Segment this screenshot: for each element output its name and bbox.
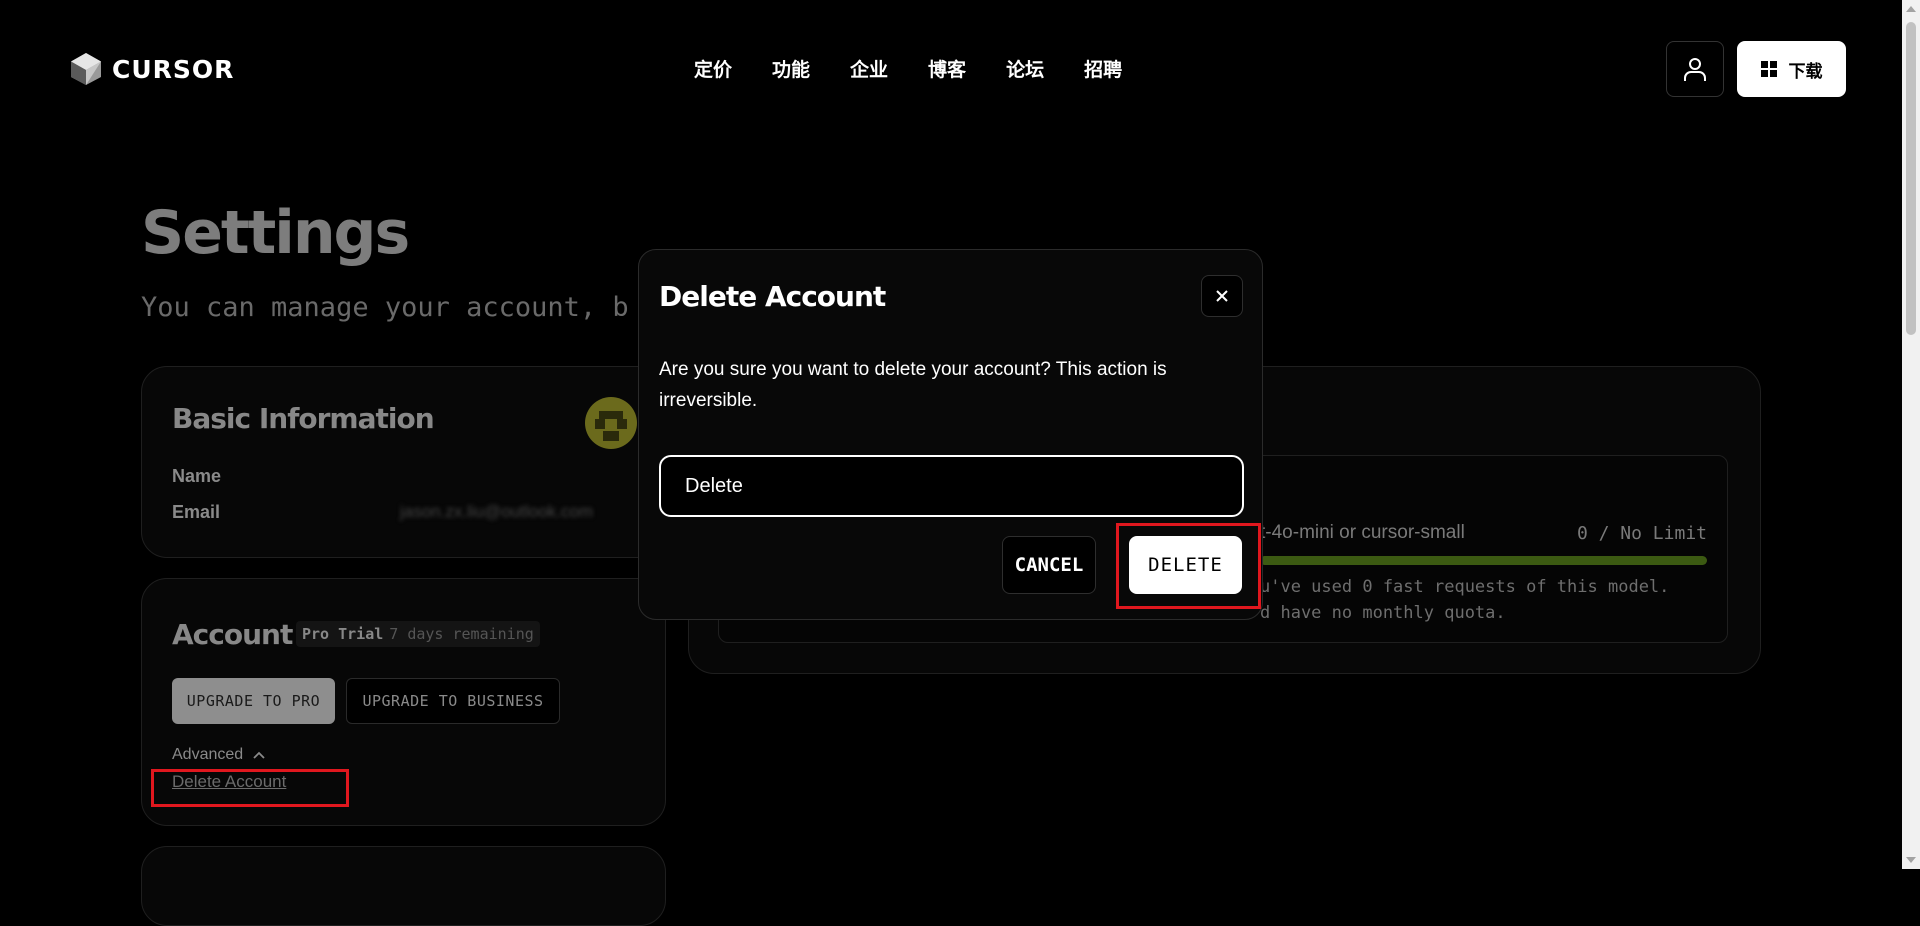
nav-blog[interactable]: 博客 — [928, 55, 966, 82]
cursor-cube-icon — [71, 53, 101, 85]
brand-name: CURSOR — [112, 54, 235, 84]
dialog-close-button[interactable] — [1201, 275, 1243, 317]
email-value: jason.zx.liu@outlook.com — [400, 502, 594, 521]
basic-info-title: Basic Information — [172, 402, 435, 435]
download-button[interactable]: 下载 — [1737, 41, 1846, 97]
close-icon — [1216, 290, 1228, 302]
delete-button-highlight — [1116, 523, 1261, 609]
nav-careers[interactable]: 招聘 — [1084, 55, 1122, 82]
cancel-button[interactable]: CANCEL — [1002, 536, 1096, 594]
nav-enterprise[interactable]: 企业 — [850, 55, 888, 82]
dialog-message: Are you sure you want to delete your acc… — [659, 359, 1167, 411]
avatar[interactable] — [585, 397, 637, 449]
plan-name: Pro Trial — [302, 625, 384, 643]
upgrade-pro-button[interactable]: UPGRADE TO PRO — [172, 678, 335, 724]
page-subtitle: You can manage your account, b — [141, 292, 629, 323]
plan-badge: Pro Trial 7 days remaining — [296, 621, 540, 647]
page-scrollbar[interactable] — [1902, 0, 1920, 869]
advanced-label: Advanced — [172, 746, 244, 763]
usage-progress-bar — [1260, 556, 1707, 565]
download-label: 下载 — [1788, 61, 1823, 82]
delete-link-highlight — [151, 769, 349, 807]
advanced-toggle[interactable]: Advanced — [172, 746, 265, 764]
email-label: Email — [172, 502, 221, 522]
basic-info-card — [141, 366, 666, 558]
nav-features[interactable]: 功能 — [772, 55, 810, 82]
usage-model-name: t-4o-mini or cursor-small — [1260, 522, 1465, 543]
scrollbar-thumb[interactable] — [1906, 22, 1916, 335]
usage-count: 0 / No Limit — [1576, 523, 1707, 544]
chevron-up-icon — [253, 751, 265, 759]
confirm-delete-input[interactable] — [659, 455, 1244, 517]
scroll-up-icon[interactable] — [1906, 6, 1916, 12]
usage-note: u've used 0 fast requests of this model.… — [1260, 577, 1670, 623]
windows-icon — [1760, 61, 1777, 77]
next-card — [141, 846, 666, 926]
main-nav: 定价 功能 企业 博客 论坛 招聘 — [694, 55, 1122, 82]
plan-remaining: 7 days remaining — [389, 625, 534, 643]
upgrade-business-button[interactable]: UPGRADE TO BUSINESS — [346, 678, 560, 724]
nav-pricing[interactable]: 定价 — [694, 55, 732, 82]
account-button[interactable] — [1666, 41, 1724, 97]
dialog-title: Delete Account — [659, 280, 886, 313]
scroll-down-icon[interactable] — [1906, 857, 1916, 863]
brand-logo[interactable]: CURSOR — [70, 52, 234, 86]
user-icon — [1684, 58, 1706, 81]
page-title: Settings — [141, 198, 410, 268]
nav-forum[interactable]: 论坛 — [1006, 55, 1044, 82]
name-label: Name — [172, 466, 222, 486]
account-title: Account — [172, 618, 293, 651]
